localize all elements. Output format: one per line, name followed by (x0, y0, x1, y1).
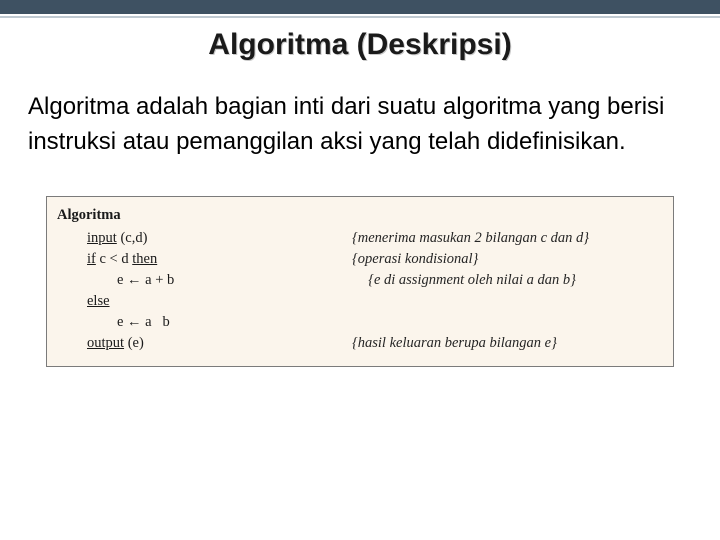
slide-title: Algoritma (Deskripsi) (0, 28, 720, 62)
code-line: e ← a b (57, 314, 663, 331)
code-line: output (e) {hasil keluaran berupa bilang… (57, 335, 663, 352)
accent-bar-line (0, 16, 720, 18)
code-line: e ← a + b {e di assignment oleh nilai a … (57, 272, 663, 289)
slide-paragraph: Algoritma adalah bagian inti dari suatu … (0, 90, 720, 160)
code-line: else (57, 293, 663, 310)
accent-bar-dark (0, 0, 720, 14)
code-header: Algoritma (57, 207, 663, 224)
code-line: if c < d then {operasi kondisional} (57, 251, 663, 268)
code-line: input (c,d) {menerima masukan 2 bilangan… (57, 230, 663, 247)
algorithm-code-box: Algoritma input (c,d) {menerima masukan … (46, 196, 674, 367)
